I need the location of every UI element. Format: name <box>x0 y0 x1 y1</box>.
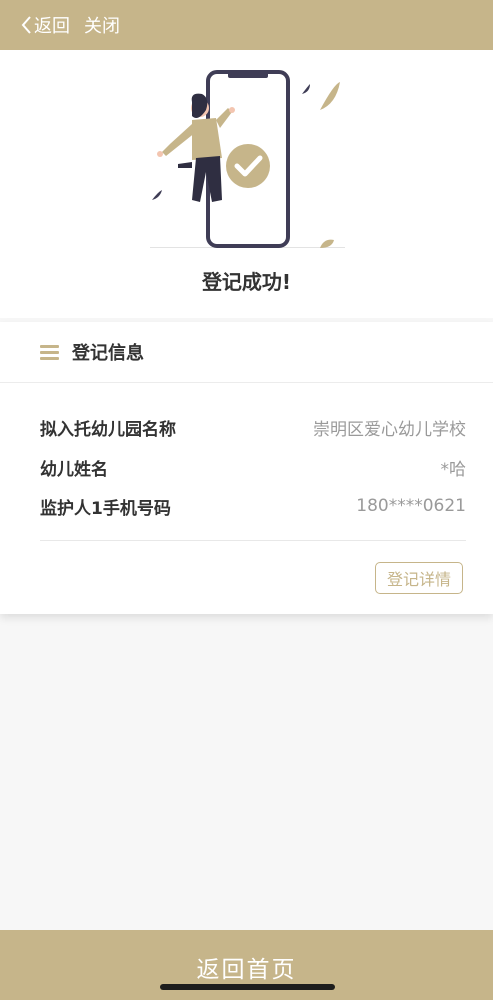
back-button[interactable]: 返回 <box>20 12 70 38</box>
registration-info-card: 登记信息 拟入托幼儿园名称 崇明区爱心幼儿学校 幼儿姓名 *哈 监护人1手机号码… <box>0 322 493 614</box>
info-row-guardian-phone: 监护人1手机号码 180****0621 <box>40 493 466 519</box>
return-home-button[interactable]: 返回首页 <box>0 950 493 984</box>
success-hero: 登记成功! <box>0 50 493 318</box>
registration-detail-button[interactable]: 登记详情 <box>375 562 463 594</box>
chevron-left-icon <box>21 16 31 34</box>
top-nav-bar: 返回 关闭 <box>0 0 493 50</box>
info-value: 崇明区爱心幼儿学校 <box>313 419 466 440</box>
info-value: 180****0621 <box>356 496 466 516</box>
info-label: 拟入托幼儿园名称 <box>40 419 176 440</box>
home-indicator <box>160 984 335 990</box>
close-button[interactable]: 关闭 <box>84 12 120 38</box>
bottom-bar: 返回首页 <box>0 930 493 1000</box>
divider <box>40 540 466 541</box>
info-label: 幼儿姓名 <box>40 459 108 480</box>
menu-icon <box>40 345 59 360</box>
info-value: *哈 <box>440 459 467 480</box>
success-title: 登记成功! <box>201 270 292 294</box>
back-label: 返回 <box>34 16 70 37</box>
info-row-child-name: 幼儿姓名 *哈 <box>40 454 466 480</box>
info-row-kindergarten: 拟入托幼儿园名称 崇明区爱心幼儿学校 <box>40 414 466 440</box>
info-label: 监护人1手机号码 <box>40 498 171 519</box>
card-header: 登记信息 <box>0 322 493 383</box>
success-phone-illustration <box>150 70 345 248</box>
card-title: 登记信息 <box>72 343 144 364</box>
